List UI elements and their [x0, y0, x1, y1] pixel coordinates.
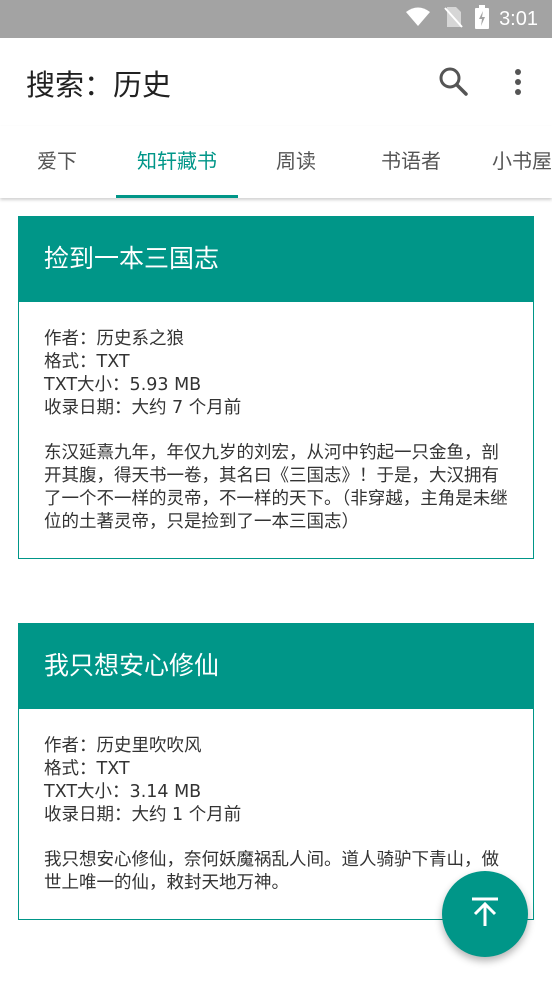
tab-xiaoshuwu[interactable]: 小书屋	[492, 126, 552, 198]
no-sim-icon	[443, 6, 463, 32]
book-title: 我只想安心修仙	[18, 623, 534, 709]
app-bar: 搜索：历史	[0, 38, 552, 126]
page-title: 搜索：历史	[26, 68, 172, 102]
wifi-icon	[405, 7, 431, 31]
book-format: 格式：TXT	[44, 352, 130, 372]
search-icon[interactable]	[436, 64, 472, 100]
status-time: 3:01	[499, 7, 538, 30]
result-card[interactable]: 我只想安心修仙 作者：历史里吹吹风 格式：TXT TXT大小：3.14 MB 收…	[18, 623, 534, 920]
book-format: 格式：TXT	[44, 759, 130, 779]
book-details: 作者：历史系之狼 格式：TXT TXT大小：5.93 MB 收录日期：大约 7 …	[18, 302, 534, 559]
status-bar: 3:01	[0, 0, 552, 38]
book-description: 东汉延熹九年，年仅九岁的刘宏，从河中钓起一只金鱼，剖开其腹，得天书一卷，其名曰《…	[44, 443, 508, 532]
book-date: 收录日期：大约 1 个月前	[44, 805, 242, 825]
book-title: 捡到一本三国志	[18, 216, 534, 302]
book-date: 收录日期：大约 7 个月前	[44, 398, 242, 418]
result-card[interactable]: 捡到一本三国志 作者：历史系之狼 格式：TXT TXT大小：5.93 MB 收录…	[18, 216, 534, 559]
battery-charging-icon	[475, 5, 490, 33]
book-author: 作者：历史系之狼	[44, 329, 184, 349]
more-vert-icon[interactable]	[504, 64, 532, 100]
book-size: TXT大小：5.93 MB	[44, 375, 202, 395]
book-description: 我只想安心修仙，奈何妖魔祸乱人间。道人骑驴下青山，做世上唯一的仙，敕封天地万神。	[44, 850, 499, 893]
arrow-up-icon	[468, 895, 502, 933]
book-size: TXT大小：3.14 MB	[44, 782, 202, 802]
results-list[interactable]: 捡到一本三国志 作者：历史系之狼 格式：TXT TXT大小：5.93 MB 收录…	[0, 198, 552, 981]
book-author: 作者：历史里吹吹风	[44, 736, 202, 756]
tab-zhixuan[interactable]: 知轩藏书	[116, 126, 238, 198]
tab-shuyuzhe[interactable]: 书语者	[364, 126, 458, 198]
tab-zhoudu[interactable]: 周读	[256, 126, 336, 198]
scroll-to-top-button[interactable]	[442, 871, 528, 957]
source-tabs: 爱下 知轩藏书 周读 书语者 小书屋	[0, 126, 552, 198]
tab-aixia[interactable]: 爱下	[14, 126, 100, 198]
